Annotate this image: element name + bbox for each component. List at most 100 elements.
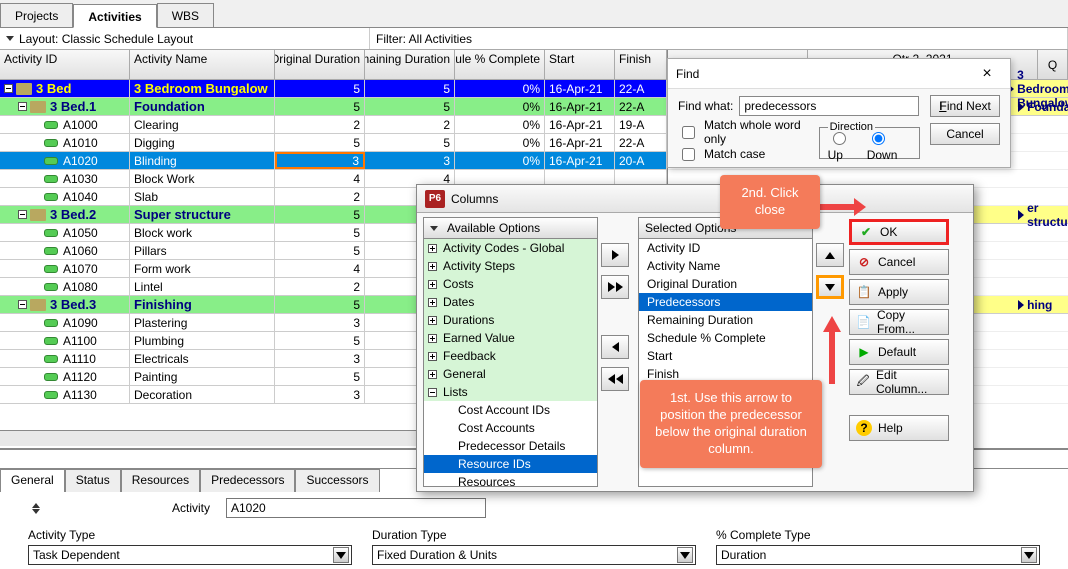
move-left-button[interactable]: [601, 335, 629, 359]
table-row[interactable]: A1000Clearing220%16-Apr-2119-A: [0, 116, 667, 134]
activity-id-cell: A1060: [63, 244, 98, 258]
collapse-icon[interactable]: [4, 84, 13, 93]
available-option-item[interactable]: Feedback: [424, 347, 597, 365]
activity-icon: [44, 391, 58, 399]
activity-id-field[interactable]: A1020: [226, 498, 486, 518]
match-case-checkbox[interactable]: [682, 148, 695, 161]
expand-icon[interactable]: [428, 352, 437, 361]
move-up-button[interactable]: [816, 243, 844, 267]
finish-cell: 20-A: [615, 152, 667, 169]
available-option-item[interactable]: Resource IDs: [424, 455, 597, 473]
expand-icon[interactable]: [428, 334, 437, 343]
available-option-item[interactable]: Cost Accounts: [424, 419, 597, 437]
expand-icon[interactable]: [428, 370, 437, 379]
activity-name-cell: Finishing: [134, 297, 192, 312]
available-option-item[interactable]: General: [424, 365, 597, 383]
match-whole-word-checkbox[interactable]: [682, 126, 695, 139]
available-option-item[interactable]: Costs: [424, 275, 597, 293]
available-option-item[interactable]: Dates: [424, 293, 597, 311]
selected-option-item[interactable]: Activity Name: [639, 257, 812, 275]
column-header-remaining-duration[interactable]: Remaining Duration: [365, 50, 455, 80]
available-option-item[interactable]: Lists: [424, 383, 597, 401]
expand-icon[interactable]: [428, 280, 437, 289]
tab-projects[interactable]: Projects: [0, 3, 73, 27]
expand-icon[interactable]: [428, 316, 437, 325]
available-option-item[interactable]: Activity Steps: [424, 257, 597, 275]
cancel-button[interactable]: ⊘Cancel: [849, 249, 949, 275]
table-row[interactable]: A1020Blinding330%16-Apr-2120-A: [0, 152, 667, 170]
layout-selector[interactable]: Layout: Classic Schedule Layout: [0, 28, 370, 49]
available-option-item[interactable]: Resources: [424, 473, 597, 487]
duration-type-select[interactable]: Fixed Duration & Units: [372, 545, 696, 565]
column-header-start[interactable]: Start: [545, 50, 615, 80]
rd-cell: 2: [365, 116, 455, 133]
callout-1st: 1st. Use this arrow to position the pred…: [640, 380, 822, 468]
details-tab-resources[interactable]: Resources: [121, 469, 200, 492]
activity-name-cell: Electricals: [134, 352, 189, 366]
tab-wbs[interactable]: WBS: [157, 3, 214, 27]
column-header-activity-id[interactable]: Activity ID: [0, 50, 130, 80]
available-options-header[interactable]: Available Options: [423, 217, 598, 239]
gantt-summary-label: er structure: [1027, 201, 1068, 229]
help-button[interactable]: ?Help: [849, 415, 949, 441]
selected-option-item[interactable]: Start: [639, 347, 812, 365]
column-header-original-duration[interactable]: Original Duration: [275, 50, 365, 80]
available-option-item[interactable]: Predecessor Details: [424, 437, 597, 455]
start-cell: 16-Apr-21: [545, 116, 615, 133]
selected-option-item[interactable]: Remaining Duration: [639, 311, 812, 329]
collapse-icon[interactable]: [18, 300, 27, 309]
available-option-item[interactable]: Durations: [424, 311, 597, 329]
option-label: Predecessors: [647, 295, 720, 309]
play-icon: ▶: [856, 345, 872, 359]
start-cell: 16-Apr-21: [545, 80, 615, 97]
copy-from-button[interactable]: 📄Copy From...: [849, 309, 949, 335]
cancel-label: Cancel: [878, 255, 915, 269]
close-icon[interactable]: ×: [972, 65, 1002, 83]
p6-icon: P6: [425, 190, 445, 208]
pct-complete-type-select[interactable]: Duration: [716, 545, 1040, 565]
collapse-icon[interactable]: [18, 102, 27, 111]
expand-icon[interactable]: [428, 244, 437, 253]
apply-button[interactable]: 📋Apply: [849, 279, 949, 305]
filter-label[interactable]: Filter: All Activities: [370, 28, 1068, 49]
details-tab-successors[interactable]: Successors: [295, 469, 379, 492]
available-option-item[interactable]: Earned Value: [424, 329, 597, 347]
selected-option-item[interactable]: Activity ID: [639, 239, 812, 257]
details-tab-general[interactable]: General: [0, 469, 65, 492]
details-tab-predecessors[interactable]: Predecessors: [200, 469, 295, 492]
column-header-finish[interactable]: Finish: [615, 50, 667, 80]
table-row[interactable]: 3 Bed.1Foundation550%16-Apr-2122-A: [0, 98, 667, 116]
find-cancel-button[interactable]: Cancel: [930, 123, 1000, 145]
move-all-right-button[interactable]: [601, 275, 629, 299]
table-row[interactable]: A1010Digging550%16-Apr-2122-A: [0, 134, 667, 152]
find-input[interactable]: [739, 96, 919, 116]
column-header-schedule-pct[interactable]: Schedule % Complete: [455, 50, 545, 80]
table-row[interactable]: 3 Bed3 Bedroom Bungalow550%16-Apr-2122-A: [0, 80, 667, 98]
selected-option-item[interactable]: Schedule % Complete: [639, 329, 812, 347]
direction-up-option[interactable]: Up: [828, 129, 859, 162]
collapse-icon[interactable]: [18, 210, 27, 219]
column-header-activity-name[interactable]: Activity Name: [130, 50, 275, 80]
expand-icon[interactable]: [428, 262, 437, 271]
available-option-item[interactable]: Cost Account IDs: [424, 401, 597, 419]
edit-column-button[interactable]: 🖉Edit Column...: [849, 369, 949, 395]
nav-updown-icon[interactable]: [28, 500, 44, 517]
details-tab-status[interactable]: Status: [65, 469, 121, 492]
move-down-button[interactable]: [816, 275, 844, 299]
main-tab-bar: Projects Activities WBS: [0, 0, 1068, 28]
activity-type-select[interactable]: Task Dependent: [28, 545, 352, 565]
default-button[interactable]: ▶Default: [849, 339, 949, 365]
tab-activities[interactable]: Activities: [73, 4, 156, 28]
collapse-icon[interactable]: [428, 388, 437, 397]
ok-button[interactable]: ✔OK: [849, 219, 949, 245]
selected-option-item[interactable]: Original Duration: [639, 275, 812, 293]
expand-icon[interactable]: [428, 298, 437, 307]
available-options-list[interactable]: Activity Codes - GlobalActivity StepsCos…: [423, 239, 598, 487]
direction-down-option[interactable]: Down: [867, 129, 911, 162]
pct-complete-type-value: Duration: [721, 548, 766, 562]
move-all-left-button[interactable]: [601, 367, 629, 391]
selected-option-item[interactable]: Predecessors: [639, 293, 812, 311]
available-option-item[interactable]: Activity Codes - Global: [424, 239, 597, 257]
move-right-button[interactable]: [601, 243, 629, 267]
find-next-button[interactable]: FFind Next: [930, 95, 1000, 117]
